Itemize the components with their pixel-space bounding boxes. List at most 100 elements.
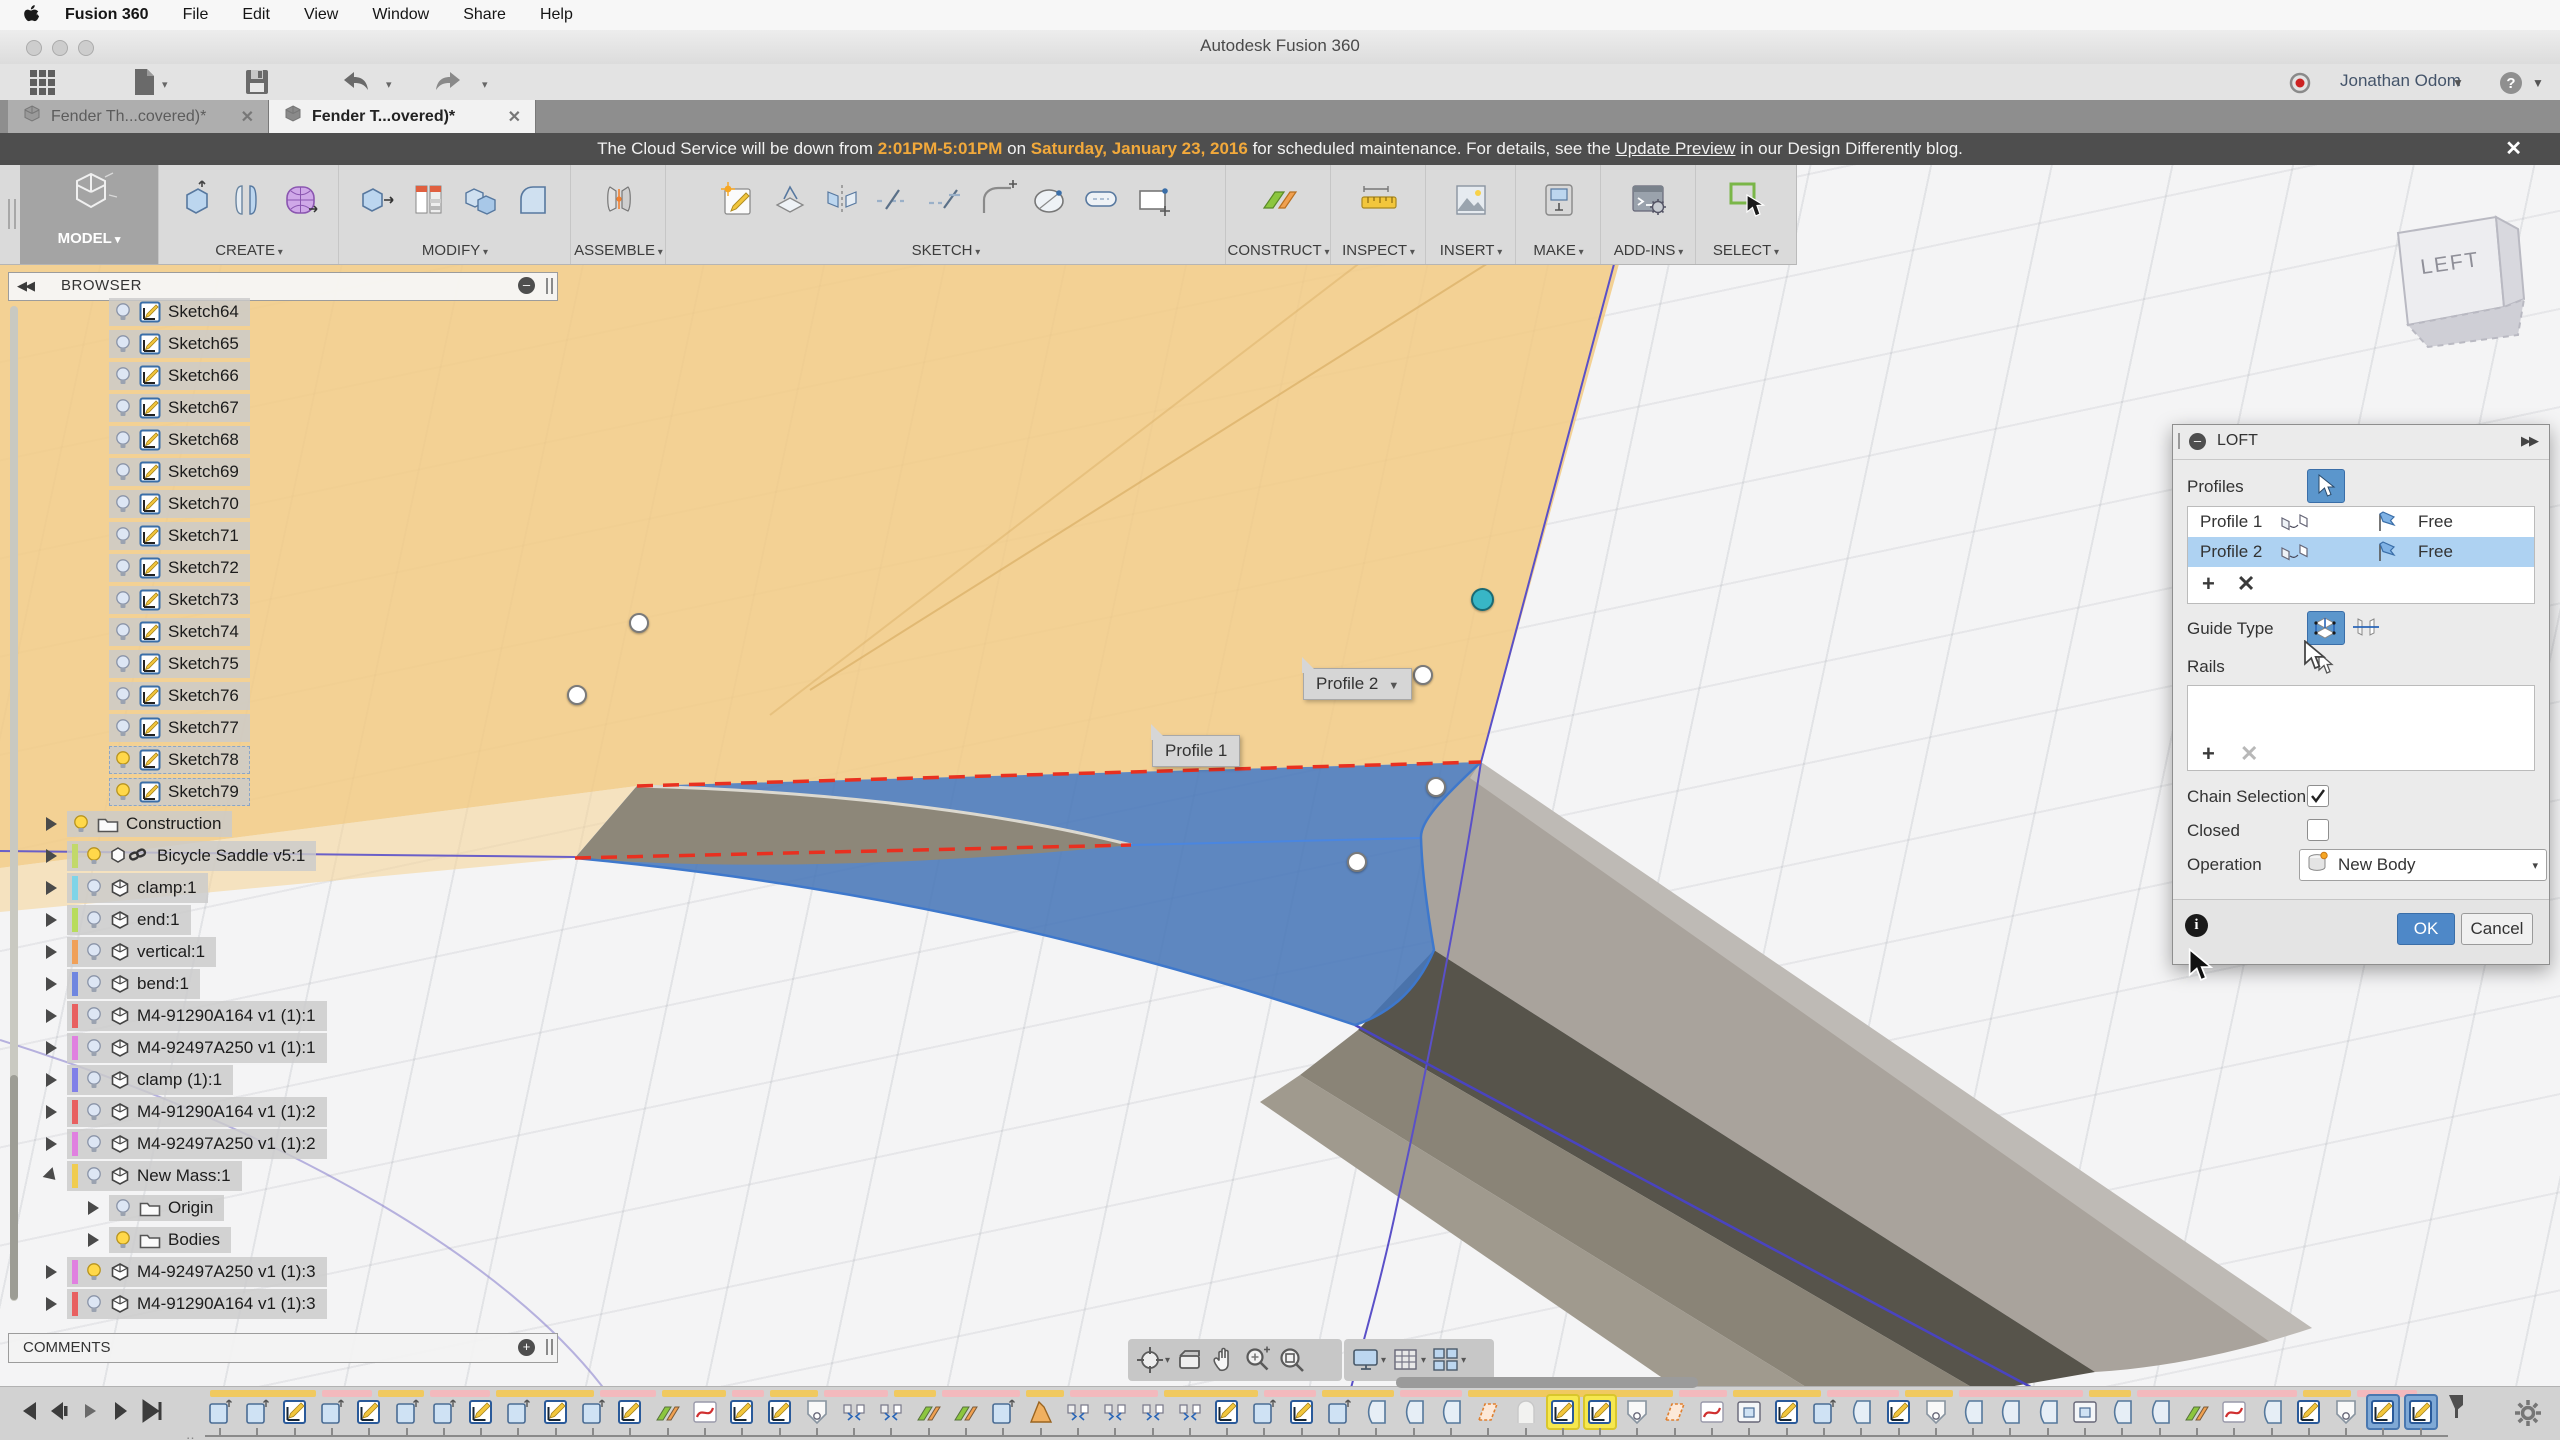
loft-expand-icon[interactable] <box>2521 433 2537 449</box>
visibility-bulb-icon[interactable] <box>85 974 103 994</box>
expand-arrow-icon[interactable] <box>46 1009 57 1023</box>
expand-arrow-icon[interactable] <box>46 913 57 927</box>
sketch-circle-icon[interactable] <box>1028 178 1072 222</box>
browser-item-sketch69[interactable]: Sketch69 <box>88 457 250 487</box>
browser-item-m4-91290a164-v1-1-1[interactable]: M4-91290A164 v1 (1):1 <box>46 1001 327 1031</box>
remove-rail-button[interactable]: ✕ <box>2240 744 2258 764</box>
timeline-feature-plane[interactable] <box>2182 1396 2212 1428</box>
browser-item-bicycle-saddle-v5-1[interactable]: Bicycle Saddle v5:1 <box>46 841 316 871</box>
pan-icon[interactable] <box>1210 1346 1238 1374</box>
timeline-feature-mirror[interactable] <box>839 1396 869 1428</box>
timeline-feature-ghost[interactable] <box>1511 1396 1541 1428</box>
visibility-bulb-icon[interactable] <box>114 398 132 418</box>
browser-item-label[interactable]: Sketch67 <box>168 398 239 418</box>
browser-resize-grip[interactable] <box>546 278 553 294</box>
timeline-feature-spline[interactable] <box>690 1396 720 1428</box>
timeline-feature-mirror[interactable] <box>1100 1396 1130 1428</box>
cancel-button[interactable]: Cancel <box>2461 913 2533 945</box>
timeline-feature-mirror[interactable] <box>1175 1396 1205 1428</box>
browser-item-label[interactable]: Sketch78 <box>168 750 239 770</box>
revolve-icon[interactable] <box>227 178 271 222</box>
help-icon[interactable]: ? <box>2498 70 2524 101</box>
press-pull-icon[interactable] <box>355 178 399 222</box>
timeline-feature-boundary[interactable] <box>1473 1396 1503 1428</box>
collapse-arrow-icon[interactable] <box>43 1167 61 1185</box>
visibility-bulb-icon[interactable] <box>85 1006 103 1026</box>
browser-item-label[interactable]: M4-91290A164 v1 (1):2 <box>137 1102 316 1122</box>
ribbon-group-label-create[interactable]: CREATE <box>159 242 339 259</box>
ribbon-grip[interactable] <box>8 199 16 229</box>
menu-item-help[interactable]: Help <box>523 0 590 30</box>
timeline-feature-fillet[interactable] <box>2145 1396 2175 1428</box>
sketch-fillet-icon[interactable] <box>976 178 1020 222</box>
construction-plane-icon[interactable] <box>1257 178 1301 222</box>
browser-item-sketch72[interactable]: Sketch72 <box>88 553 250 583</box>
timeline-feature-loft[interactable] <box>1026 1396 1056 1428</box>
ribbon-group-label-select[interactable]: SELECT <box>1696 242 1796 259</box>
loft-handle-2[interactable] <box>567 685 587 705</box>
browser-item-origin[interactable]: Origin <box>88 1193 224 1223</box>
browser-item-label[interactable]: M4-92497A250 v1 (1):3 <box>137 1262 316 1282</box>
timeline-feature-mirror[interactable] <box>1063 1396 1093 1428</box>
timeline-scrollbar-thumb[interactable] <box>1396 1377 1698 1388</box>
browser-item-label[interactable]: Sketch74 <box>168 622 239 642</box>
browser-item-sketch77[interactable]: Sketch77 <box>88 713 250 743</box>
app-grid-icon[interactable] <box>28 68 58 101</box>
add-rail-button[interactable]: + <box>2202 744 2215 764</box>
expand-arrow-icon[interactable] <box>46 817 57 831</box>
browser-item-label[interactable]: Sketch70 <box>168 494 239 514</box>
browser-item-label[interactable]: Sketch68 <box>168 430 239 450</box>
timeline-feature-hole[interactable] <box>2331 1396 2361 1428</box>
browser-item-sketch66[interactable]: Sketch66 <box>88 361 250 391</box>
browser-item-construction[interactable]: Construction <box>46 809 232 839</box>
insert-image-icon[interactable] <box>1449 178 1493 222</box>
profiles-select-button[interactable] <box>2307 469 2345 503</box>
expand-arrow-icon[interactable] <box>46 1297 57 1311</box>
undo-dropdown-icon[interactable]: ▾ <box>386 78 392 91</box>
menu-item-edit[interactable]: Edit <box>225 0 287 30</box>
operation-dropdown[interactable]: New Body ▾ <box>2299 849 2547 881</box>
combine-icon[interactable] <box>459 178 503 222</box>
visibility-bulb-icon[interactable] <box>85 878 103 898</box>
browser-item-label[interactable]: Bodies <box>168 1230 220 1250</box>
visibility-bulb-icon[interactable] <box>114 558 132 578</box>
sketch-rectangle-icon[interactable] <box>1132 178 1176 222</box>
timeline-feature-sketch-selected[interactable] <box>1585 1396 1615 1428</box>
visibility-bulb-icon[interactable] <box>114 782 132 802</box>
split-face-icon[interactable] <box>407 178 451 222</box>
play-icon[interactable] <box>78 1399 102 1428</box>
browser-item-sketch68[interactable]: Sketch68 <box>88 425 250 455</box>
timeline-feature-extrude[interactable] <box>429 1396 459 1428</box>
timeline-feature-sketch-selected[interactable] <box>2406 1396 2436 1428</box>
timeline-feature-spline[interactable] <box>1697 1396 1727 1428</box>
timeline-feature-extrude[interactable] <box>988 1396 1018 1428</box>
expand-arrow-icon[interactable] <box>46 881 57 895</box>
chain-selection-checkbox[interactable] <box>2307 785 2329 807</box>
visibility-bulb-icon[interactable] <box>114 686 132 706</box>
project-icon[interactable] <box>768 178 812 222</box>
ok-button[interactable]: OK <box>2397 913 2455 945</box>
workspace-label[interactable]: MODEL <box>58 230 121 247</box>
timeline-feature-extrude[interactable] <box>1249 1396 1279 1428</box>
timeline-feature-sketch[interactable] <box>1772 1396 1802 1428</box>
visibility-bulb-icon[interactable] <box>114 302 132 322</box>
ribbon-group-label-sketch[interactable]: SKETCH <box>666 242 1226 259</box>
timeline-feature-fillet[interactable] <box>1958 1396 1988 1428</box>
browser-item-label[interactable]: Origin <box>168 1198 213 1218</box>
timeline-feature-box[interactable] <box>2070 1396 2100 1428</box>
document-tab-2[interactable]: Fender T...overed)* <box>269 100 536 133</box>
user-menu[interactable]: Jonathan Odom <box>2340 71 2461 91</box>
profile-continuity-value[interactable]: Free <box>2418 542 2453 562</box>
loft-handle-3[interactable] <box>1413 665 1433 685</box>
banner-link[interactable]: Update Preview <box>1615 139 1735 158</box>
chevron-down-icon[interactable]: ▼ <box>1388 680 1399 692</box>
browser-item-new-mass-1[interactable]: New Mass:1 <box>46 1161 242 1191</box>
browser-item-sketch79[interactable]: Sketch79 <box>88 777 250 807</box>
record-icon[interactable] <box>2288 71 2312 100</box>
browser-item-label[interactable]: end:1 <box>137 910 180 930</box>
visibility-bulb-icon[interactable] <box>85 1166 103 1186</box>
browser-item-sketch76[interactable]: Sketch76 <box>88 681 250 711</box>
file-new-icon[interactable] <box>132 68 156 101</box>
browser-item-m4-91290a164-v1-1-2[interactable]: M4-91290A164 v1 (1):2 <box>46 1097 327 1127</box>
timeline-feature-hole[interactable] <box>802 1396 832 1428</box>
